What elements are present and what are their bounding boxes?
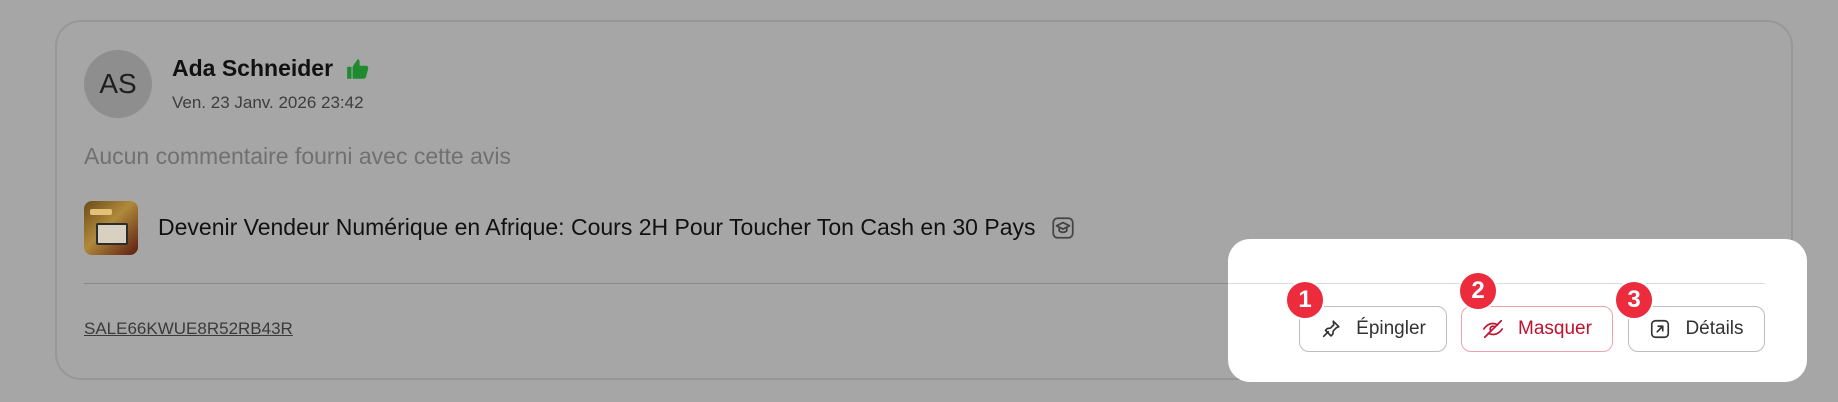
eye-off-icon [1483,319,1504,339]
author-name: Ada Schneider [172,55,334,81]
details-label: Détails [1685,318,1744,339]
pin-button[interactable]: Épingler [1299,306,1447,352]
step-badge-1: 1 [1285,280,1325,320]
comment-placeholder: Aucun commentaire fourni avec cette avis [84,143,511,169]
pin-label: Épingler [1356,318,1426,339]
thumbs-up-icon [347,58,369,79]
sale-code-link[interactable]: SALE66KWUE8R52RB43R [84,319,293,339]
pin-icon [1322,320,1340,338]
avatar: AS [84,50,152,118]
hide-label: Masquer [1518,318,1592,339]
hide-button[interactable]: Masquer [1461,306,1613,352]
graduation-cap-icon [1051,216,1074,239]
step-badge-3: 3 [1614,280,1654,320]
product-thumbnail[interactable] [84,201,138,255]
product-row: Devenir Vendeur Numérique en Afrique: Co… [158,214,1076,241]
step-badge-2: 2 [1458,271,1498,311]
external-link-icon [1651,319,1670,339]
author-row: Ada Schneider [172,55,371,82]
product-title[interactable]: Devenir Vendeur Numérique en Afrique: Co… [158,214,1036,241]
review-date: Ven. 23 Janv. 2026 23:42 [172,93,364,112]
